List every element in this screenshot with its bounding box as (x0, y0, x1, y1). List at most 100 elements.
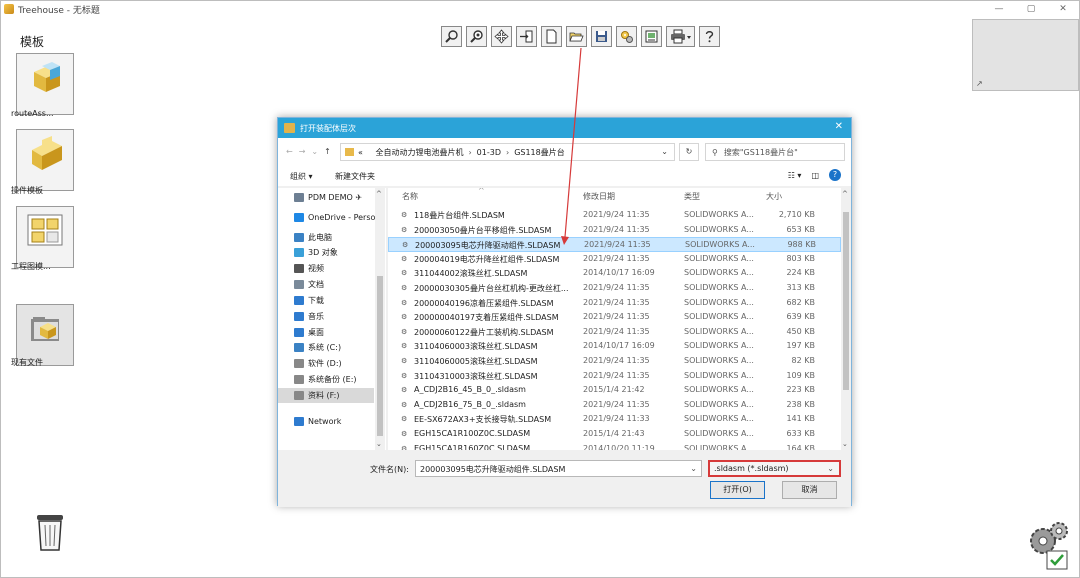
file-row[interactable]: ⚙ 118叠片台组件.SLDASM 2021/9/24 11:35 SOLIDWORK… (388, 208, 841, 223)
address-segment[interactable]: 01-3D (477, 148, 501, 157)
settings-button[interactable] (616, 26, 637, 47)
file-list-scrollbar[interactable]: ^ ⌄ (841, 188, 851, 450)
nav-item[interactable]: Network (294, 414, 341, 429)
file-size: 109 KB (786, 370, 815, 380)
filename-value: 200003095电芯升降驱动组件.SLDASM (420, 465, 566, 474)
nav-item[interactable]: 视频 (294, 261, 324, 276)
template-part[interactable] (16, 129, 74, 191)
nav-item[interactable]: 系统 (C:) (294, 340, 341, 355)
file-size: 639 KB (786, 312, 815, 322)
file-row[interactable]: ⚙ 311044002滚珠丝杠.SLDASM 2014/10/17 16:09 SOL… (388, 266, 841, 281)
file-type: SOLIDWORKS A... (685, 240, 755, 250)
file-row[interactable]: ⚙ 200003050叠片台平移组件.SLDASM 2021/9/24 11:35 S… (388, 223, 841, 238)
chevron-down-icon[interactable]: ⌄ (827, 464, 834, 473)
save-button[interactable] (591, 26, 612, 47)
address-segment[interactable]: GS118叠片台 (514, 147, 565, 158)
file-type: SOLIDWORKS A... (684, 443, 754, 450)
help-button[interactable] (699, 26, 720, 47)
export-button[interactable] (641, 26, 662, 47)
trash-icon[interactable] (34, 512, 66, 552)
file-row[interactable]: ⚙ 31104060003滚珠丝杠.SLDASM 2014/10/17 16:09 S… (388, 339, 841, 354)
template-route-assembly[interactable] (16, 53, 74, 115)
maximize-button[interactable]: ▢ (1015, 1, 1047, 17)
file-row[interactable]: ⚙ EGH15CA1R160Z0C.SLDASM 2014/10/20 11:19 S… (388, 442, 841, 450)
new-document-button[interactable] (541, 26, 562, 47)
navigation-scrollbar[interactable]: ^ ⌄ (375, 188, 385, 450)
file-type-filter[interactable]: .sldasm (*.sldasm) ⌄ (708, 460, 841, 477)
zoom-button[interactable] (441, 26, 462, 47)
nav-item[interactable]: 音乐 (294, 309, 324, 324)
nav-item[interactable]: 桌面 (294, 325, 324, 340)
column-type-header[interactable]: 类型 (684, 191, 700, 202)
close-window-button[interactable]: ✕ (1047, 1, 1079, 17)
chevron-down-icon[interactable]: ⌄ (661, 147, 668, 156)
organize-menu[interactable]: 组织 ▾ (290, 171, 313, 182)
file-row[interactable]: ⚙ 31104060005滚珠丝杠.SLDASM 2021/9/24 11:35 SO… (388, 354, 841, 369)
scroll-thumb[interactable] (377, 276, 383, 436)
file-row[interactable]: ⚙ 200004019电芯升降丝杠组件.SLDASM 2021/9/24 11:35… (388, 252, 841, 267)
back-arrow-icon[interactable]: ← (286, 147, 293, 156)
minimize-button[interactable]: — (983, 1, 1015, 17)
nav-item[interactable]: 文档 (294, 277, 324, 292)
nav-item[interactable]: PDM DEMO ✈ (294, 190, 362, 205)
nav-item[interactable]: OneDrive - Perso (294, 210, 375, 225)
file-row[interactable]: ⚙ 200000040197支着压紧组件.SLDASM 2021/9/24 11:3… (388, 310, 841, 325)
zoom-fit-button[interactable] (466, 26, 487, 47)
scroll-thumb[interactable] (843, 212, 849, 390)
column-size-header[interactable]: 大小 (766, 191, 782, 202)
pan-button[interactable] (491, 26, 512, 47)
file-size: 988 KB (787, 240, 816, 250)
open-button[interactable] (566, 26, 587, 47)
address-overflow[interactable]: « (358, 148, 363, 157)
file-row[interactable]: ⚙ 200003095电芯升降驱动组件.SLDASM 2021/9/24 11:35… (388, 237, 841, 252)
scroll-up-icon[interactable]: ^ (842, 190, 848, 198)
forward-arrow-icon[interactable]: → (299, 147, 306, 156)
nav-item[interactable]: 3D 对象 (294, 245, 338, 260)
main-toolbar (441, 26, 720, 47)
resize-arrow-icon[interactable]: ↗ (976, 79, 983, 88)
import-button[interactable] (516, 26, 537, 47)
gear-status-icon[interactable] (1025, 519, 1073, 571)
file-row[interactable]: ⚙ 20000060122叠片工装机构.SLDASM 2021/9/24 11:35… (388, 325, 841, 340)
nav-item[interactable]: 资料 (F:) (278, 388, 374, 403)
scroll-down-icon[interactable]: ⌄ (376, 440, 382, 448)
chevron-down-icon[interactable]: ⌄ (690, 464, 697, 473)
nav-item[interactable]: 下载 (294, 293, 324, 308)
nav-item-icon (294, 328, 304, 337)
address-bar[interactable]: « 全自动动力锂电池叠片机 › 01-3D › GS118叠片台 ⌄ (340, 143, 675, 161)
help-icon[interactable]: ? (829, 169, 841, 181)
nav-item-label: 资料 (F:) (308, 391, 340, 400)
scroll-up-icon[interactable]: ^ (376, 190, 382, 198)
file-row[interactable]: ⚙ 20000040196凉着压紧组件.SLDASM 2021/9/24 11:35… (388, 296, 841, 311)
cancel-button[interactable]: 取消 (782, 481, 837, 499)
search-input[interactable]: ⚲ 搜索"GS118叠片台" (705, 143, 845, 161)
print-button[interactable] (666, 26, 695, 47)
file-row[interactable]: ⚙ 20000030305叠片台丝杠机构-更改丝杠... 2021/9/24 11:… (388, 281, 841, 296)
column-name-header[interactable]: 名称 (402, 191, 418, 202)
nav-item[interactable]: 软件 (D:) (294, 356, 342, 371)
template-drawing[interactable] (16, 206, 74, 268)
refresh-button[interactable]: ↻ (679, 143, 699, 161)
filename-input[interactable]: 200003095电芯升降驱动组件.SLDASM ⌄ (415, 460, 702, 477)
address-segment[interactable]: 全自动动力锂电池叠片机 (375, 147, 463, 158)
nav-item[interactable]: 系统备份 (E:) (294, 372, 357, 387)
file-date: 2021/9/24 11:35 (583, 370, 650, 380)
dialog-close-button[interactable]: ✕ (835, 121, 843, 132)
file-name: 20000030305叠片台丝杠机构-更改丝杠... (414, 284, 569, 293)
file-row[interactable]: ⚙ 31104310003滚珠丝杠.SLDASM 2021/9/24 11:35 SO… (388, 369, 841, 384)
nav-item[interactable]: 此电脑 (294, 230, 332, 245)
scroll-down-icon[interactable]: ⌄ (842, 440, 848, 448)
open-button[interactable]: 打开(O) (710, 481, 765, 499)
nav-item-label: 桌面 (308, 328, 324, 337)
column-date-header[interactable]: 修改日期 (583, 191, 615, 202)
file-row[interactable]: ⚙ EGH15CA1R100Z0C.SLDASM 2015/1/4 21:43 SOL… (388, 427, 841, 442)
preview-pane-icon[interactable]: ◫ (811, 171, 819, 180)
new-folder-button[interactable]: 新建文件夹 (335, 171, 375, 182)
view-mode-icon[interactable]: ☷ ▾ (788, 171, 802, 180)
up-arrow-icon[interactable]: ↑ (324, 147, 331, 156)
history-chevron-icon[interactable]: ⌄ (311, 147, 318, 156)
file-date: 2021/9/24 11:35 (583, 356, 650, 365)
file-row[interactable]: ⚙ EE-SX672AX3+支长接导轨.SLDASM 2021/9/24 11:33… (388, 412, 841, 427)
file-row[interactable]: ⚙ A_CDJ2B16_45_B_0_.sldasm 2015/1/4 21:42 S… (388, 383, 841, 398)
file-row[interactable]: ⚙ A_CDJ2B16_75_B_0_.sldasm 2021/9/24 11:35… (388, 398, 841, 413)
